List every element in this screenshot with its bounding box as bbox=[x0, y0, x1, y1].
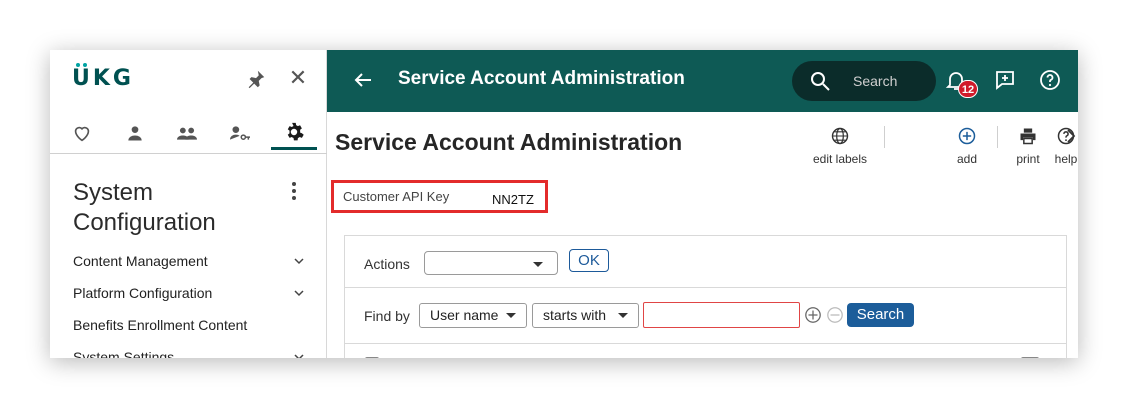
edit-labels-label: edit labels bbox=[812, 152, 868, 166]
remove-criteria-icon[interactable] bbox=[826, 306, 844, 324]
dropdown-arrow-icon bbox=[618, 313, 628, 318]
sidebar-item-label: Content Management bbox=[73, 253, 208, 269]
sidebar-item-system-settings[interactable]: System Settings bbox=[73, 349, 305, 358]
sidebar-item-platform-configuration[interactable]: Platform Configuration bbox=[73, 285, 305, 301]
print-label: print bbox=[1016, 152, 1040, 166]
add-label: add bbox=[956, 152, 978, 166]
add-criteria-icon[interactable] bbox=[804, 306, 822, 324]
toolbar-divider bbox=[997, 126, 998, 148]
people-icon bbox=[177, 127, 197, 140]
ukg-logo: UKG bbox=[72, 63, 134, 91]
find-field-select[interactable]: User name bbox=[419, 303, 527, 328]
sidebar-item-label: System Settings bbox=[73, 349, 175, 358]
heart-icon bbox=[74, 126, 90, 142]
header-title: Service Account Administration bbox=[398, 68, 685, 89]
find-by-label: Find by bbox=[364, 308, 410, 324]
toolbar-divider bbox=[884, 126, 885, 148]
filter-panel: Actions OK Find by User name starts with bbox=[344, 235, 1067, 358]
find-operator-select[interactable]: starts with bbox=[532, 303, 639, 328]
kebab-menu-icon[interactable] bbox=[289, 180, 299, 202]
search-icon bbox=[811, 72, 830, 91]
pin-icon[interactable] bbox=[245, 68, 267, 90]
tab-admin[interactable] bbox=[217, 116, 263, 150]
chevron-down-icon bbox=[294, 354, 304, 358]
notification-badge: 12 bbox=[958, 80, 978, 98]
chevron-down-icon bbox=[294, 290, 304, 297]
api-key-label: Customer API Key bbox=[343, 189, 450, 204]
chevron-down-icon bbox=[294, 258, 304, 265]
actions-label: Actions bbox=[364, 256, 410, 272]
top-bar: Service Account Administration Search 12 bbox=[327, 50, 1078, 112]
gear-icon bbox=[287, 122, 304, 140]
find-operator-value: starts with bbox=[543, 307, 607, 323]
tab-favorites[interactable] bbox=[59, 116, 105, 150]
global-search[interactable]: Search bbox=[792, 61, 936, 101]
sidebar-title: System Configuration bbox=[73, 179, 216, 236]
person-key-icon bbox=[230, 126, 250, 140]
sidebar-item-label: Platform Configuration bbox=[73, 285, 213, 301]
tab-settings[interactable] bbox=[271, 116, 317, 150]
page-title: Service Account Administration bbox=[335, 129, 683, 155]
printer-icon bbox=[1020, 128, 1036, 145]
dropdown-arrow-icon bbox=[506, 313, 516, 318]
main-content: Service Account Administration Search 12… bbox=[327, 50, 1078, 358]
customer-api-key: Customer API Key NN2TZ bbox=[331, 180, 548, 213]
find-field-value: User name bbox=[430, 307, 499, 323]
api-key-value: NN2TZ bbox=[492, 192, 534, 207]
help-circle-icon[interactable] bbox=[1038, 68, 1062, 92]
chat-add-icon[interactable] bbox=[993, 68, 1017, 92]
search-placeholder: Search bbox=[853, 73, 898, 89]
find-by-row: Find by User name starts with Search bbox=[345, 288, 1066, 344]
dropdown-arrow-icon bbox=[533, 262, 543, 267]
column-options-icon[interactable] bbox=[1021, 357, 1039, 358]
search-button[interactable]: Search bbox=[847, 303, 914, 327]
sidebar-item-content-management[interactable]: Content Management bbox=[73, 253, 305, 269]
select-all-checkbox[interactable] bbox=[365, 357, 379, 358]
tab-team[interactable] bbox=[164, 116, 210, 150]
add-button[interactable]: add bbox=[952, 126, 982, 166]
print-button[interactable]: print bbox=[1013, 126, 1043, 166]
sidebar-item-benefits-enrollment-content[interactable]: Benefits Enrollment Content bbox=[73, 317, 305, 333]
close-icon[interactable]: ✕ bbox=[287, 67, 309, 89]
sidebar: UKG ✕ System Configuration Content Manag… bbox=[50, 50, 327, 358]
help-label: help bbox=[1054, 152, 1078, 166]
actions-select[interactable] bbox=[424, 251, 558, 275]
back-arrow-icon[interactable] bbox=[351, 68, 375, 92]
person-icon bbox=[128, 126, 142, 141]
find-value-input[interactable] bbox=[643, 302, 800, 328]
sidebar-item-label: Benefits Enrollment Content bbox=[73, 317, 248, 333]
globe-icon bbox=[831, 127, 849, 145]
ok-button[interactable]: OK bbox=[569, 249, 609, 272]
actions-row: Actions OK bbox=[345, 236, 1066, 288]
sidebar-tabs bbox=[50, 112, 327, 154]
app-window: UKG ✕ System Configuration Content Manag… bbox=[50, 50, 1078, 358]
edit-labels-button[interactable]: edit labels bbox=[812, 126, 868, 166]
add-circle-icon bbox=[958, 127, 976, 145]
chevron-right-icon[interactable] bbox=[1065, 128, 1078, 144]
tab-myself[interactable] bbox=[112, 116, 158, 150]
